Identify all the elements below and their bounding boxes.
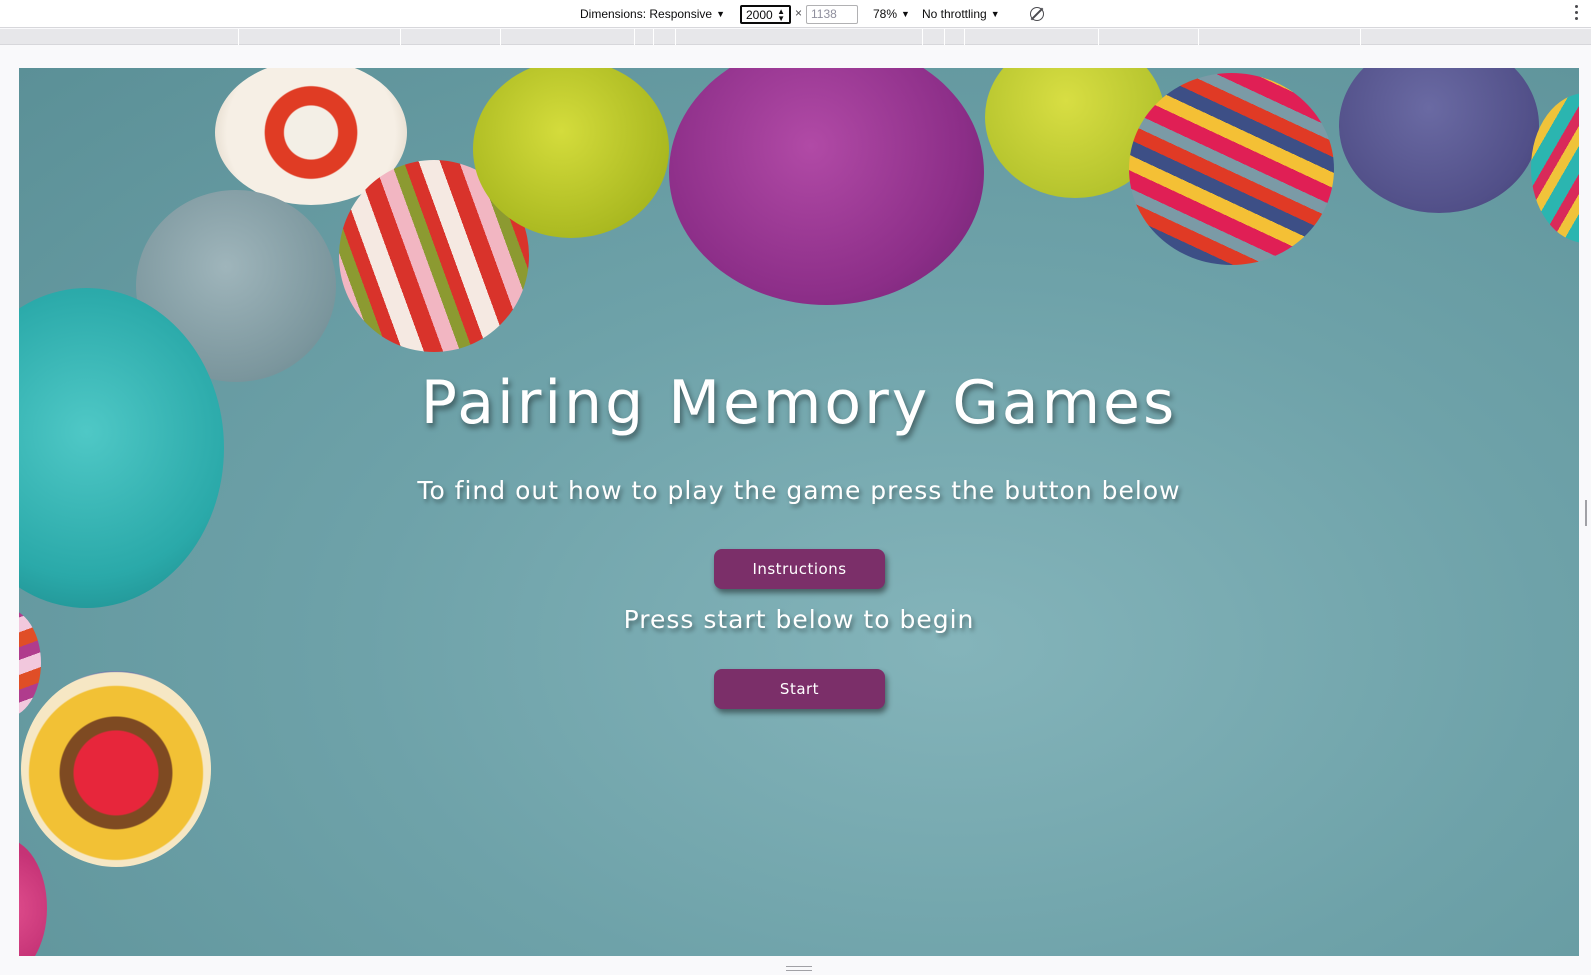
rotate-viewport-icon[interactable] [1030,7,1044,21]
ruler-tick[interactable] [653,29,654,45]
chevron-down-icon: ▼ [901,9,910,19]
responsive-toolbar: Dimensions: Responsive ▼ 2000 ▲ ▼ × 1138 7… [0,0,1591,28]
ruler-tick[interactable] [1360,29,1361,45]
height-input[interactable]: 1138 [806,5,858,24]
side-resize-handle[interactable] [1585,500,1587,526]
throttling-label: No throttling [922,7,987,21]
media-query-ruler [0,29,1591,45]
times-sign: × [795,6,803,20]
zoom-label: 78% [873,7,898,21]
width-value: 2000 [746,8,773,22]
chevron-down-icon: ▼ [716,9,725,19]
bottom-resize-handle[interactable] [786,966,812,971]
ruler-tick[interactable] [400,29,401,45]
zoom-dropdown[interactable]: 78% ▼ [873,6,910,22]
ruler-tick[interactable] [634,29,635,45]
ruler-tick[interactable] [238,29,239,45]
ruler-tick[interactable] [1098,29,1099,45]
instructions-hint: To find out how to play the game press t… [417,476,1181,505]
width-input[interactable]: 2000 ▲ ▼ [740,5,791,24]
landing-content: Pairing Memory Games To find out how to … [19,68,1579,956]
page-title: Pairing Memory Games [420,368,1178,438]
chevron-down-icon: ▼ [990,9,1000,19]
dimensions-label: Dimensions: Responsive [580,7,713,21]
ruler-tick[interactable] [944,29,945,45]
ruler-tick[interactable] [1198,29,1199,45]
dimensions-dropdown[interactable]: Dimensions: Responsive ▼ [580,6,725,22]
start-hint: Press start below to begin [623,605,975,634]
more-options-icon[interactable] [1575,5,1579,21]
page-viewport: Pairing Memory Games To find out how to … [19,68,1579,956]
height-placeholder: 1138 [811,7,837,21]
ruler-tick[interactable] [922,29,923,45]
spinner-icon[interactable]: ▲ ▼ [777,8,785,23]
ruler-tick[interactable] [964,29,965,45]
ruler-tick[interactable] [500,29,501,45]
ruler-tick[interactable] [675,29,676,45]
throttling-dropdown[interactable]: No throttling ▼ [922,6,1000,22]
instructions-button[interactable]: Instructions [714,549,885,589]
start-button[interactable]: Start [714,669,885,709]
